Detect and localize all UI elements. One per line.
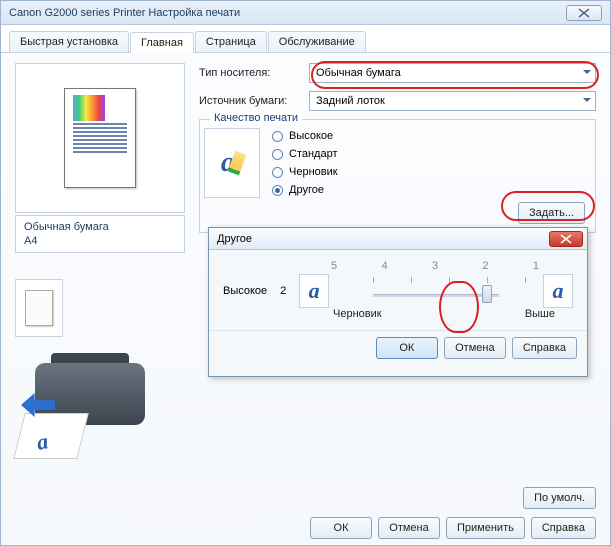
titlebar: Canon G2000 series Printer Настройка печ… bbox=[1, 1, 610, 25]
ok-button[interactable]: ОК bbox=[310, 517, 372, 539]
quality-fieldset: Качество печати a Высокое Стандарт Черно… bbox=[199, 119, 596, 233]
rainbow-icon bbox=[73, 95, 105, 121]
quality-legend: Качество печати bbox=[210, 112, 302, 124]
content-area: Обычная бумага A4 a Тип носителя: Обычна… bbox=[1, 53, 610, 463]
small-page-icon bbox=[25, 290, 53, 326]
close-icon bbox=[560, 234, 572, 244]
source-label: Источник бумаги: bbox=[199, 95, 299, 107]
modal-title: Другое bbox=[217, 233, 252, 245]
slider-thumb[interactable] bbox=[482, 285, 492, 303]
modal-cancel-button[interactable]: Отмена bbox=[444, 337, 506, 359]
modal-ok-button[interactable]: ОК bbox=[376, 337, 438, 359]
cancel-button[interactable]: Отмена bbox=[378, 517, 440, 539]
high-quality-preview: a bbox=[543, 274, 573, 308]
info-media: Обычная бумага bbox=[24, 220, 176, 234]
close-button[interactable] bbox=[566, 5, 602, 21]
left-column: Обычная бумага A4 a bbox=[15, 63, 185, 463]
low-quality-preview: a bbox=[299, 274, 329, 308]
slider-left-label: Высокое bbox=[223, 285, 267, 297]
print-settings-window: Canon G2000 series Printer Настройка печ… bbox=[0, 0, 611, 546]
small-preview-slot bbox=[15, 279, 63, 337]
other-quality-modal: Другое 5 4 3 2 1 Высокое 2 bbox=[208, 227, 588, 377]
media-info: Обычная бумага A4 bbox=[15, 215, 185, 253]
media-type-label: Тип носителя: bbox=[199, 67, 299, 79]
slider-low-label: Черновик bbox=[333, 308, 382, 320]
tab-quick-setup[interactable]: Быстрая установка bbox=[9, 31, 129, 52]
slider-left-value: 2 bbox=[277, 285, 289, 297]
close-icon bbox=[578, 8, 590, 18]
apply-button[interactable]: Применить bbox=[446, 517, 525, 539]
tab-maintenance[interactable]: Обслуживание bbox=[268, 31, 366, 52]
page-preview bbox=[64, 88, 136, 188]
set-button[interactable]: Задать... bbox=[518, 202, 585, 224]
source-select[interactable]: Задний лоток bbox=[309, 91, 596, 111]
defaults-button[interactable]: По умолч. bbox=[523, 487, 596, 509]
help-button[interactable]: Справка bbox=[531, 517, 596, 539]
info-size: A4 bbox=[24, 234, 176, 248]
window-title: Canon G2000 series Printer Настройка печ… bbox=[9, 7, 240, 19]
preview-frame bbox=[15, 63, 185, 213]
quality-radio-standard[interactable]: Стандарт bbox=[272, 148, 585, 160]
right-column: Тип носителя: Обычная бумага Источник бу… bbox=[199, 63, 596, 463]
quality-radio-high[interactable]: Высокое bbox=[272, 130, 585, 142]
modal-close-button[interactable] bbox=[549, 231, 583, 247]
media-type-select[interactable]: Обычная бумага bbox=[309, 63, 596, 83]
quality-slider[interactable] bbox=[339, 277, 533, 305]
quality-preview: a bbox=[204, 128, 260, 198]
tab-main[interactable]: Главная bbox=[130, 32, 194, 53]
quality-radio-other[interactable]: Другое bbox=[272, 184, 585, 196]
modal-help-button[interactable]: Справка bbox=[512, 337, 577, 359]
quality-radio-draft[interactable]: Черновик bbox=[272, 166, 585, 178]
printer-illustration: a bbox=[15, 353, 165, 463]
tabstrip: Быстрая установка Главная Страница Обслу… bbox=[1, 25, 610, 53]
tab-page[interactable]: Страница bbox=[195, 31, 267, 52]
slider-high-label: Выше bbox=[525, 308, 555, 320]
dialog-footer: ОК Отмена Применить Справка bbox=[1, 517, 610, 539]
